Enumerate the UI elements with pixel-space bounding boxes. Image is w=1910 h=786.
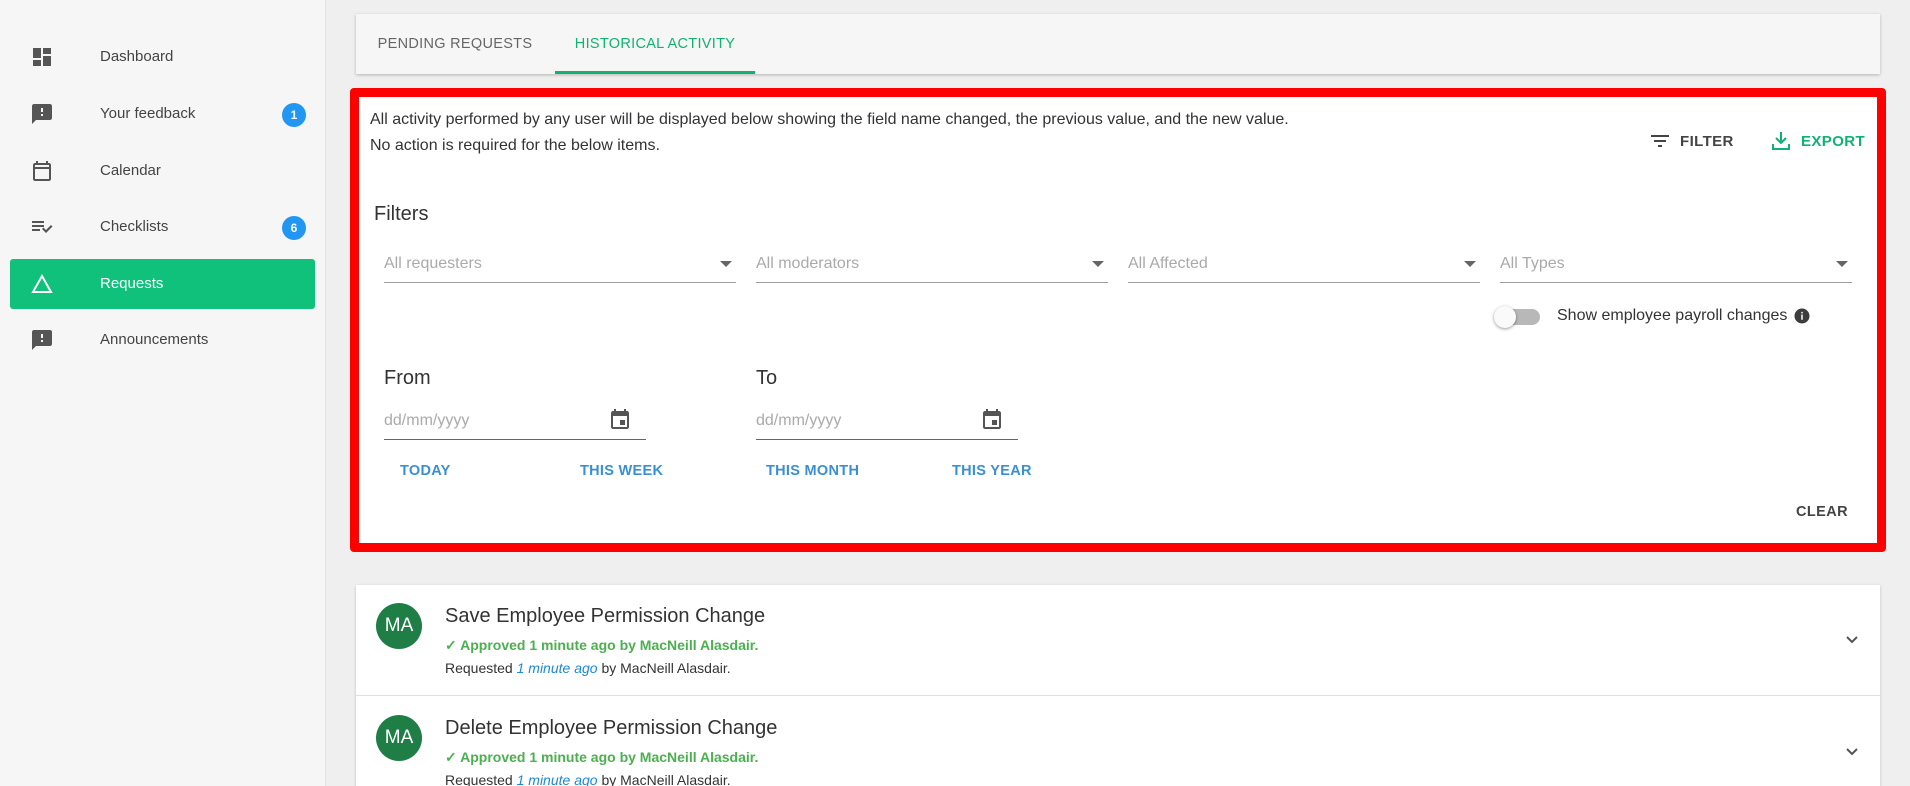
requested-prefix: Requested (445, 660, 513, 676)
moderators-select[interactable]: All moderators (756, 249, 1108, 283)
calendar-icon[interactable] (980, 408, 1004, 432)
payroll-changes-toggle[interactable] (1494, 306, 1540, 328)
requested-by: by MacNeill Alasdair. (601, 660, 731, 676)
calendar-icon[interactable] (608, 408, 632, 432)
sidebar-item-requests[interactable]: Requests (10, 259, 315, 309)
notification-badge: 6 (282, 216, 306, 240)
sidebar-item-label: Dashboard (100, 48, 174, 65)
to-heading: To (756, 367, 778, 389)
sidebar-item-your-feedback[interactable]: Your feedback 1 (10, 89, 315, 139)
date-placeholder: dd/mm/yyyy (384, 412, 470, 429)
requested-time: 1 minute ago (516, 660, 598, 676)
sidebar-item-announcements[interactable]: Announcements (10, 315, 315, 365)
sidebar-item-label: Requests (100, 275, 164, 292)
avatar: MA (376, 715, 422, 761)
date-placeholder: dd/mm/yyyy (756, 412, 842, 429)
checklist-icon (30, 215, 54, 239)
approval-status-text: Approved 1 minute ago by MacNeill Alasda… (460, 637, 759, 653)
this-year-button[interactable]: THIS YEAR (952, 463, 1032, 479)
request-meta: Requested 1 minute ago by MacNeill Alasd… (445, 660, 731, 676)
check-icon: ✓ (445, 637, 461, 653)
select-placeholder: All requesters (384, 255, 482, 272)
today-button[interactable]: TODAY (400, 463, 451, 479)
dashboard-icon (30, 45, 54, 69)
requested-prefix: Requested (445, 772, 513, 786)
toggle-thumb (1494, 306, 1516, 328)
select-placeholder: All Affected (1128, 255, 1208, 272)
types-select[interactable]: All Types (1500, 249, 1852, 283)
select-placeholder: All Types (1500, 255, 1565, 272)
to-date-input[interactable]: dd/mm/yyyy (756, 404, 1018, 440)
requested-time: 1 minute ago (516, 772, 598, 786)
payroll-changes-label: Show employee payroll changes (1557, 307, 1788, 324)
affected-select[interactable]: All Affected (1128, 249, 1480, 283)
request-meta: Requested 1 minute ago by MacNeill Alasd… (445, 772, 731, 786)
sidebar-item-label: Calendar (100, 162, 161, 179)
filter-button-label: FILTER (1680, 132, 1734, 150)
this-month-button[interactable]: THIS MONTH (766, 463, 859, 479)
from-heading: From (384, 367, 431, 389)
caret-down-icon (1464, 261, 1476, 267)
intro-line: All activity performed by any user will … (370, 111, 1289, 128)
tab-pending-requests[interactable]: PENDING REQUESTS (356, 14, 554, 74)
approval-status: ✓ Approved 1 minute ago by MacNeill Alas… (445, 749, 758, 766)
sidebar-item-label: Your feedback (100, 105, 196, 122)
requesters-select[interactable]: All requesters (384, 249, 736, 283)
list-item[interactable]: MA Delete Employee Permission Change ✓ A… (356, 695, 1880, 786)
approval-status-text: Approved 1 minute ago by MacNeill Alasda… (460, 749, 759, 765)
tab-historical-activity[interactable]: HISTORICAL ACTIVITY (555, 14, 755, 74)
export-button-label: EXPORT (1801, 132, 1866, 150)
list-item[interactable]: MA Save Employee Permission Change ✓ App… (356, 585, 1880, 696)
feedback-icon (30, 102, 54, 126)
chevron-down-icon[interactable] (1840, 628, 1864, 652)
caret-down-icon (1092, 261, 1104, 267)
select-placeholder: All moderators (756, 255, 860, 272)
filters-heading: Filters (374, 203, 429, 225)
triangle-icon (30, 272, 54, 296)
approval-status: ✓ Approved 1 minute ago by MacNeill Alas… (445, 637, 758, 654)
sidebar-item-dashboard[interactable]: Dashboard (10, 32, 315, 82)
intro-text: All activity performed by any user will … (370, 107, 1289, 159)
avatar: MA (376, 603, 422, 649)
info-icon[interactable] (1793, 307, 1811, 325)
clear-button[interactable]: CLEAR (1796, 504, 1848, 520)
check-icon: ✓ (445, 749, 461, 765)
notification-badge: 1 (282, 103, 306, 127)
caret-down-icon (1836, 261, 1848, 267)
announcement-icon (30, 328, 54, 352)
request-title: Delete Employee Permission Change (445, 717, 778, 739)
sidebar-item-checklists[interactable]: Checklists 6 (10, 202, 315, 252)
caret-down-icon (720, 261, 732, 267)
chevron-down-icon[interactable] (1840, 740, 1864, 764)
sidebar: Dashboard Your feedback 1 Calendar Check… (0, 0, 326, 786)
filter-button[interactable]: FILTER (1648, 129, 1734, 153)
download-icon (1772, 132, 1790, 150)
calendar-icon (30, 159, 54, 183)
filter-icon (1651, 135, 1669, 147)
requested-by: by MacNeill Alasdair. (601, 772, 731, 786)
sidebar-item-calendar[interactable]: Calendar (10, 146, 315, 196)
sidebar-item-label: Checklists (100, 218, 169, 235)
tab-bar: PENDING REQUESTS HISTORICAL ACTIVITY (356, 14, 1880, 74)
sidebar-item-label: Announcements (100, 331, 209, 348)
request-list: MA Save Employee Permission Change ✓ App… (356, 585, 1880, 786)
intro-line: No action is required for the below item… (370, 137, 660, 154)
historical-activity-filter-panel: All activity performed by any user will … (350, 88, 1886, 552)
from-date-input[interactable]: dd/mm/yyyy (384, 404, 646, 440)
request-title: Save Employee Permission Change (445, 605, 766, 627)
export-button[interactable]: EXPORT (1769, 129, 1865, 153)
this-week-button[interactable]: THIS WEEK (580, 463, 663, 479)
